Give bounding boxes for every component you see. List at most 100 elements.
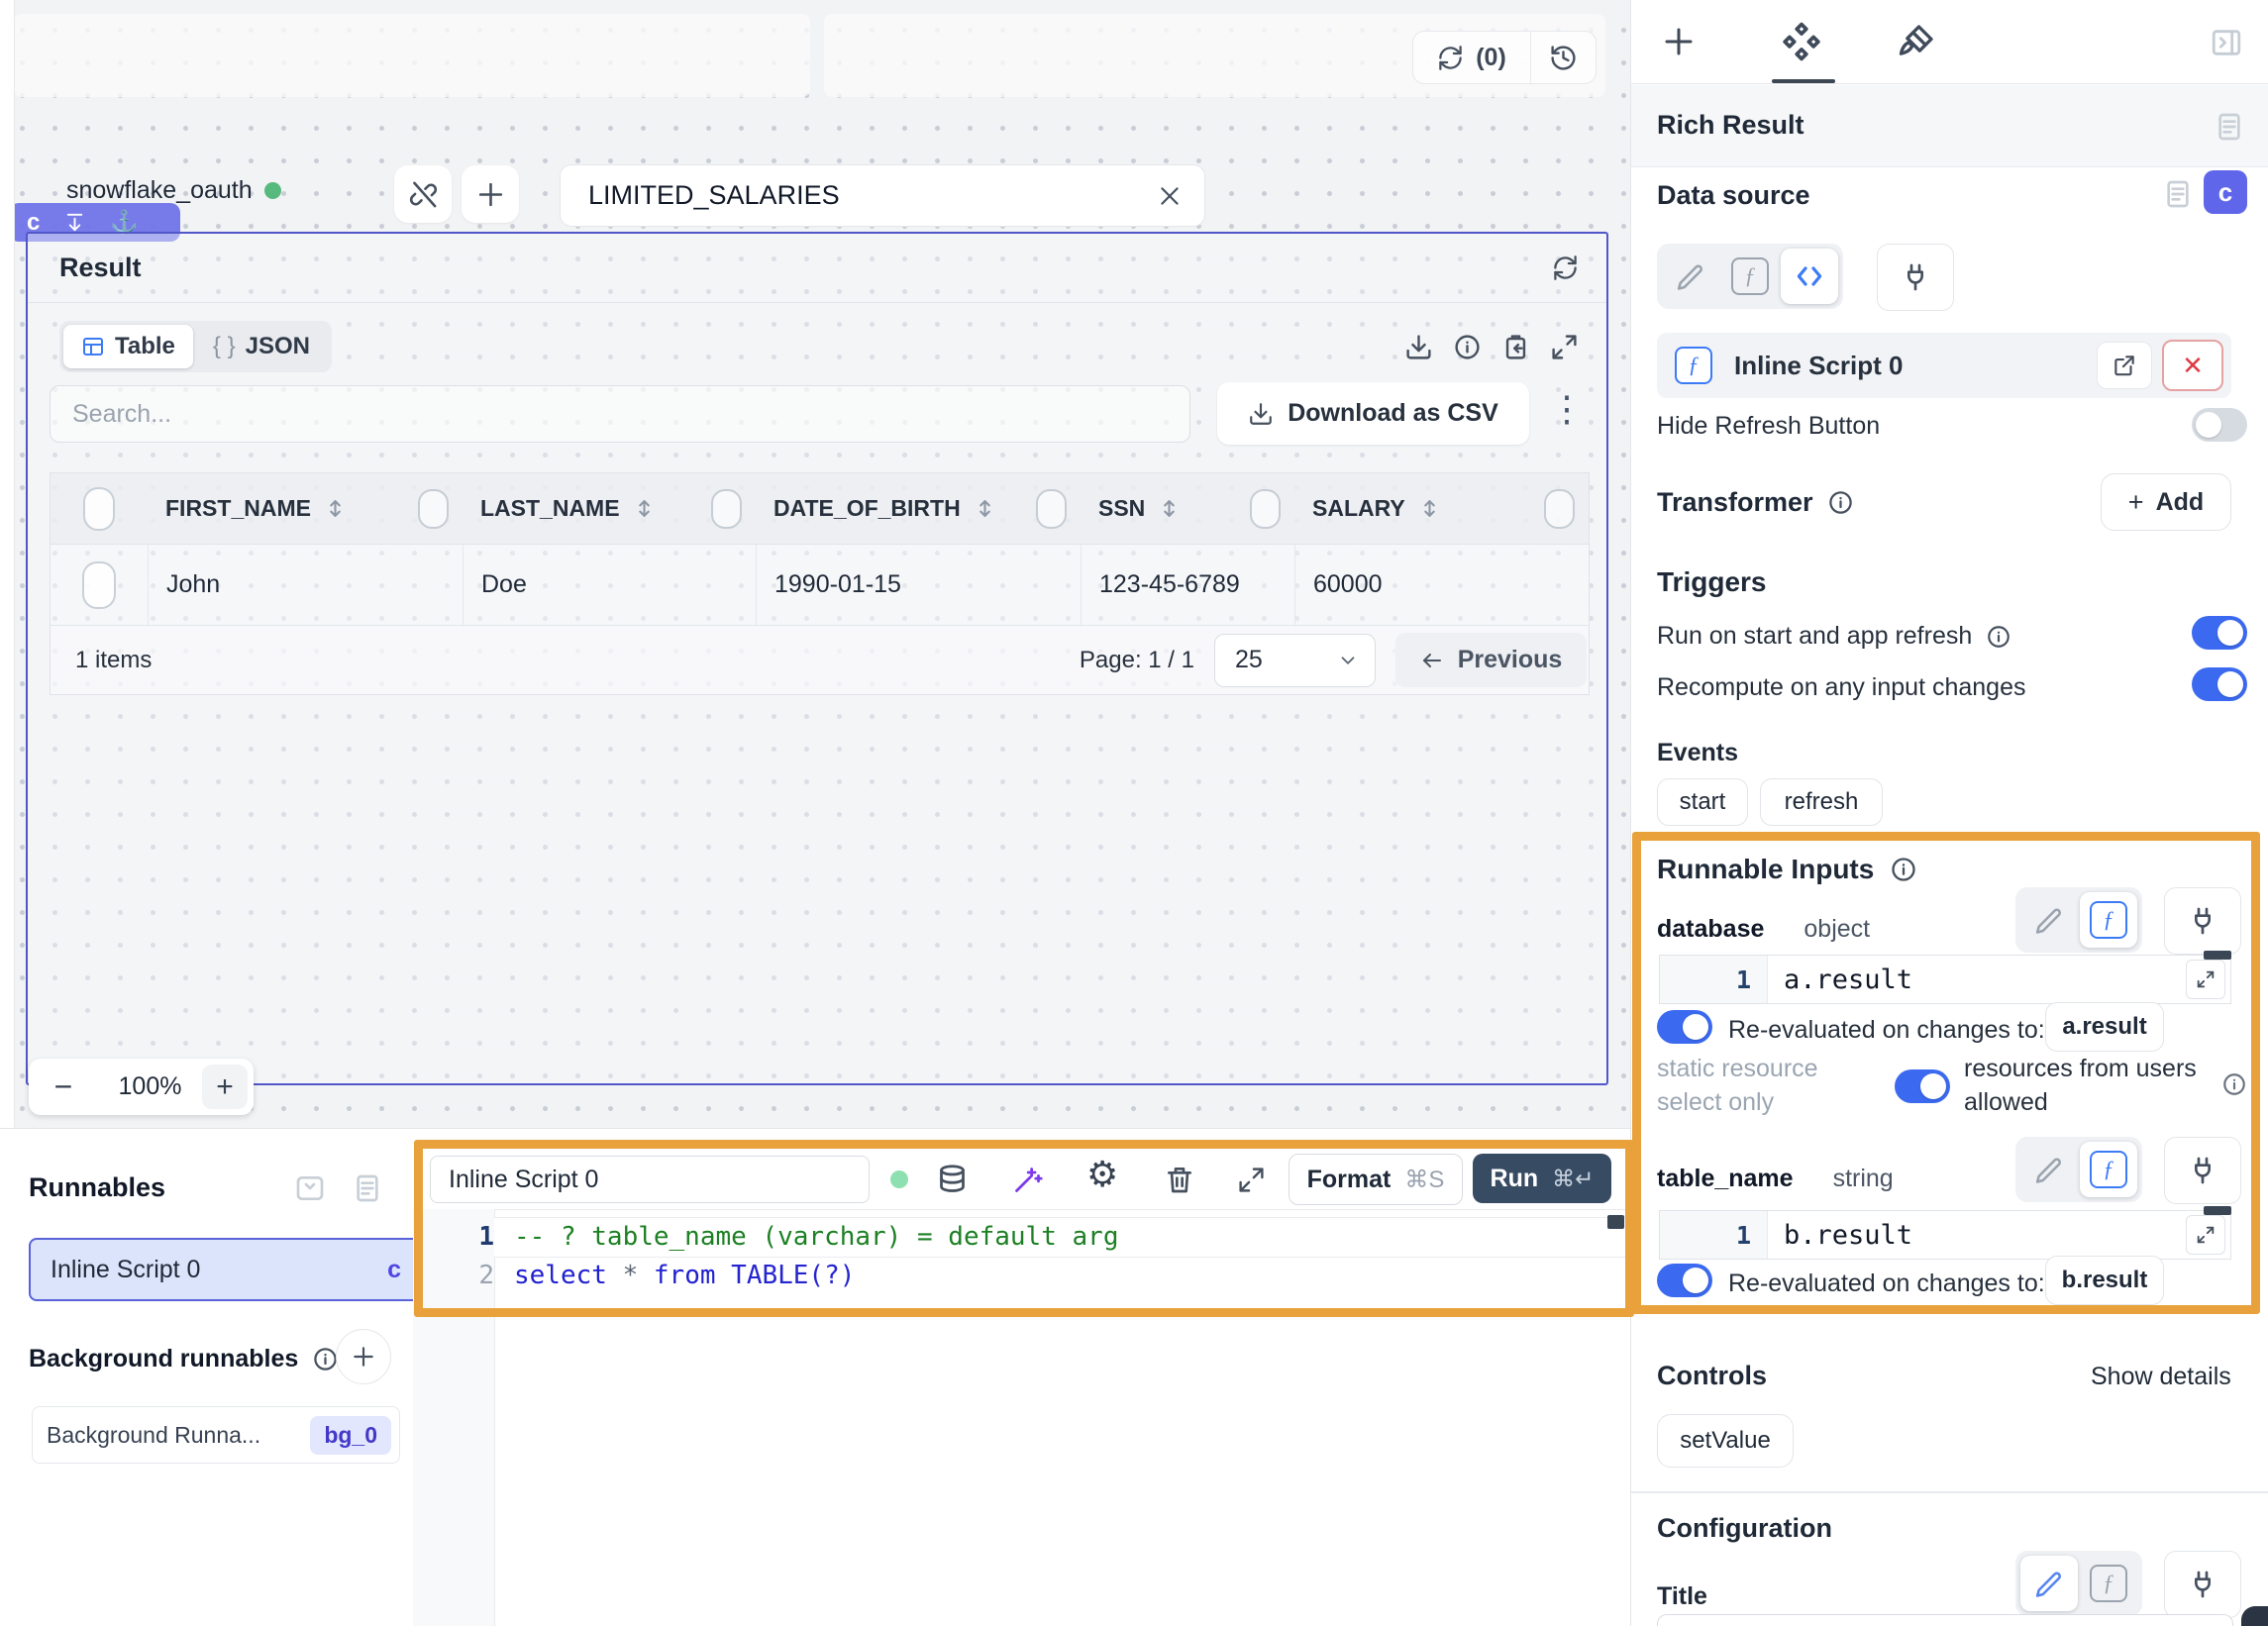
anchor-icon[interactable]: ⚓ — [110, 211, 139, 234]
ai-wand-icon[interactable] — [1011, 1164, 1044, 1196]
mini-editor-scrollbar[interactable] — [2204, 1206, 2231, 1215]
column-header[interactable]: FIRST_NAME — [148, 489, 463, 529]
column-header[interactable]: DATE_OF_BIRTH — [756, 489, 1081, 529]
fullscreen-icon[interactable] — [1550, 333, 1579, 361]
column-pin-toggle[interactable] — [418, 489, 449, 529]
code-line-2[interactable]: 2 select * from TABLE(?) — [413, 1256, 1630, 1294]
column-header[interactable]: SALARY — [1294, 489, 1589, 529]
table-select-input[interactable]: LIMITED_SALARIES — [560, 164, 1205, 227]
sort-icon[interactable] — [1159, 498, 1180, 519]
resources-from-users-toggle[interactable] — [1895, 1069, 1950, 1103]
insert-tab-plus-icon[interactable] — [1661, 24, 1697, 59]
sort-icon[interactable] — [634, 498, 655, 519]
collapse-runnables-icon[interactable] — [294, 1172, 326, 1204]
sort-icon[interactable] — [1419, 498, 1440, 519]
doc-list-icon[interactable] — [2214, 111, 2245, 143]
field-database-code-editor[interactable]: 1 a.result — [1659, 955, 2231, 1004]
mode-static-pencil[interactable] — [2020, 1556, 2078, 1611]
title-field-plug-button[interactable] — [2164, 1551, 2241, 1618]
hide-refresh-toggle[interactable] — [2192, 408, 2247, 442]
run-on-start-toggle[interactable] — [2192, 616, 2247, 650]
search-placeholder: Search... — [72, 400, 171, 429]
mini-editor-scrollbar[interactable] — [2204, 951, 2231, 960]
history-button[interactable] — [1531, 32, 1596, 83]
collapse-panel-icon[interactable] — [2210, 26, 2243, 59]
mode-function[interactable]: ƒ — [2080, 1556, 2137, 1611]
expand-editor-icon[interactable] — [1237, 1166, 1266, 1194]
mode-function[interactable]: ƒ — [1721, 249, 1779, 304]
doc-list-icon[interactable] — [352, 1172, 383, 1204]
title-field-input[interactable] — [1657, 1614, 2233, 1626]
components-tab-icon[interactable] — [1780, 20, 1823, 63]
field-table-name-reeval-toggle[interactable] — [1657, 1264, 1712, 1297]
add-background-runnable-button[interactable] — [336, 1329, 391, 1384]
data-source-plug-button[interactable] — [1877, 244, 1954, 311]
database-icon[interactable] — [936, 1164, 969, 1196]
script-name-input[interactable]: Inline Script 0 — [430, 1156, 870, 1203]
code-icon — [1794, 260, 1825, 292]
open-script-button[interactable] — [2097, 342, 2152, 389]
control-chip-setvalue[interactable]: setValue — [1657, 1414, 1794, 1468]
zoom-in-button[interactable]: + — [202, 1065, 248, 1109]
column-header[interactable]: LAST_NAME — [463, 489, 756, 529]
refresh-result-icon[interactable] — [1552, 254, 1579, 281]
editor-scrollbar-thumb[interactable] — [1607, 1215, 1624, 1229]
select-all-checkbox[interactable] — [51, 473, 148, 544]
rich-result-component[interactable]: Result Table { } JSON — [26, 232, 1608, 1085]
field-database-plug-button[interactable] — [2164, 887, 2241, 955]
previous-page-button[interactable]: Previous — [1395, 633, 1587, 687]
show-details-link[interactable]: Show details — [2091, 1363, 2231, 1391]
add-query-button[interactable] — [462, 165, 519, 223]
recompute-toggle[interactable] — [2192, 667, 2247, 701]
mode-code[interactable] — [1781, 249, 1838, 304]
triggers-title: Triggers — [1657, 566, 1766, 598]
runnable-item-inline-script-0[interactable]: Inline Script 0 c — [29, 1238, 423, 1301]
data-source-script-row[interactable]: ƒ Inline Script 0 ✕ — [1657, 333, 2231, 398]
download-csv-button[interactable]: Download as CSV — [1217, 382, 1529, 445]
run-button[interactable]: Run ⌘↵ — [1473, 1154, 1611, 1203]
clear-input-icon[interactable] — [1157, 183, 1183, 209]
download-icon[interactable] — [1404, 333, 1433, 361]
background-runnable-item[interactable]: Background Runna... bg_0 — [32, 1406, 400, 1464]
expand-expression-button[interactable] — [2186, 960, 2225, 999]
field-database-reeval-toggle[interactable] — [1657, 1010, 1712, 1044]
doc-list-icon[interactable] — [2162, 178, 2194, 210]
sort-icon[interactable] — [975, 498, 995, 519]
style-tab-brush-icon[interactable] — [1897, 22, 1936, 61]
field-table-name-plug-button[interactable] — [2164, 1137, 2241, 1204]
field-table-name-expression[interactable]: b.result — [1768, 1211, 2186, 1259]
remove-script-button[interactable]: ✕ — [2162, 340, 2223, 391]
zoom-out-button[interactable]: − — [29, 1068, 98, 1105]
mode-function[interactable]: ƒ — [2080, 892, 2137, 948]
mode-function[interactable]: ƒ — [2080, 1142, 2137, 1197]
sort-icon[interactable] — [325, 498, 346, 519]
mode-static-pencil[interactable] — [2020, 1142, 2078, 1197]
row-checkbox[interactable] — [51, 545, 148, 625]
column-pin-toggle[interactable] — [711, 489, 742, 529]
column-header[interactable]: SSN — [1081, 489, 1294, 529]
transformer-add-button[interactable]: + Add — [2101, 473, 2231, 531]
table-row[interactable]: John Doe 1990-01-15 123-45-6789 60000 — [51, 545, 1589, 626]
table-menu-button[interactable]: ⋮ — [1549, 388, 1579, 430]
copy-result-icon[interactable] — [1501, 333, 1530, 361]
expand-expression-button[interactable] — [2186, 1215, 2225, 1255]
tab-table[interactable]: Table — [63, 325, 193, 368]
format-button[interactable]: Format ⌘S — [1289, 1154, 1463, 1205]
mode-static-pencil[interactable] — [1662, 249, 1719, 304]
column-pin-toggle[interactable] — [1544, 489, 1575, 529]
info-icon[interactable] — [1453, 333, 1482, 361]
unlink-button[interactable] — [394, 165, 452, 223]
column-pin-toggle[interactable] — [1250, 489, 1281, 529]
move-down-icon[interactable] — [63, 211, 86, 234]
tab-json[interactable]: { } JSON — [195, 325, 328, 368]
code-line-1[interactable]: 1 -- ? table_name (varchar) = default ar… — [413, 1217, 1630, 1256]
table-search-input[interactable]: Search... — [50, 385, 1190, 443]
trash-icon[interactable] — [1164, 1164, 1195, 1195]
field-database-expression[interactable]: a.result — [1768, 956, 2186, 1003]
mode-static-pencil[interactable] — [2020, 892, 2078, 948]
refresh-count-button[interactable]: (0) — [1413, 32, 1531, 83]
page-size-select[interactable]: 25 — [1214, 634, 1376, 687]
column-pin-toggle[interactable] — [1036, 489, 1067, 529]
gear-icon[interactable]: ⚙ — [1086, 1157, 1118, 1192]
field-table-name-code-editor[interactable]: 1 b.result — [1659, 1210, 2231, 1260]
